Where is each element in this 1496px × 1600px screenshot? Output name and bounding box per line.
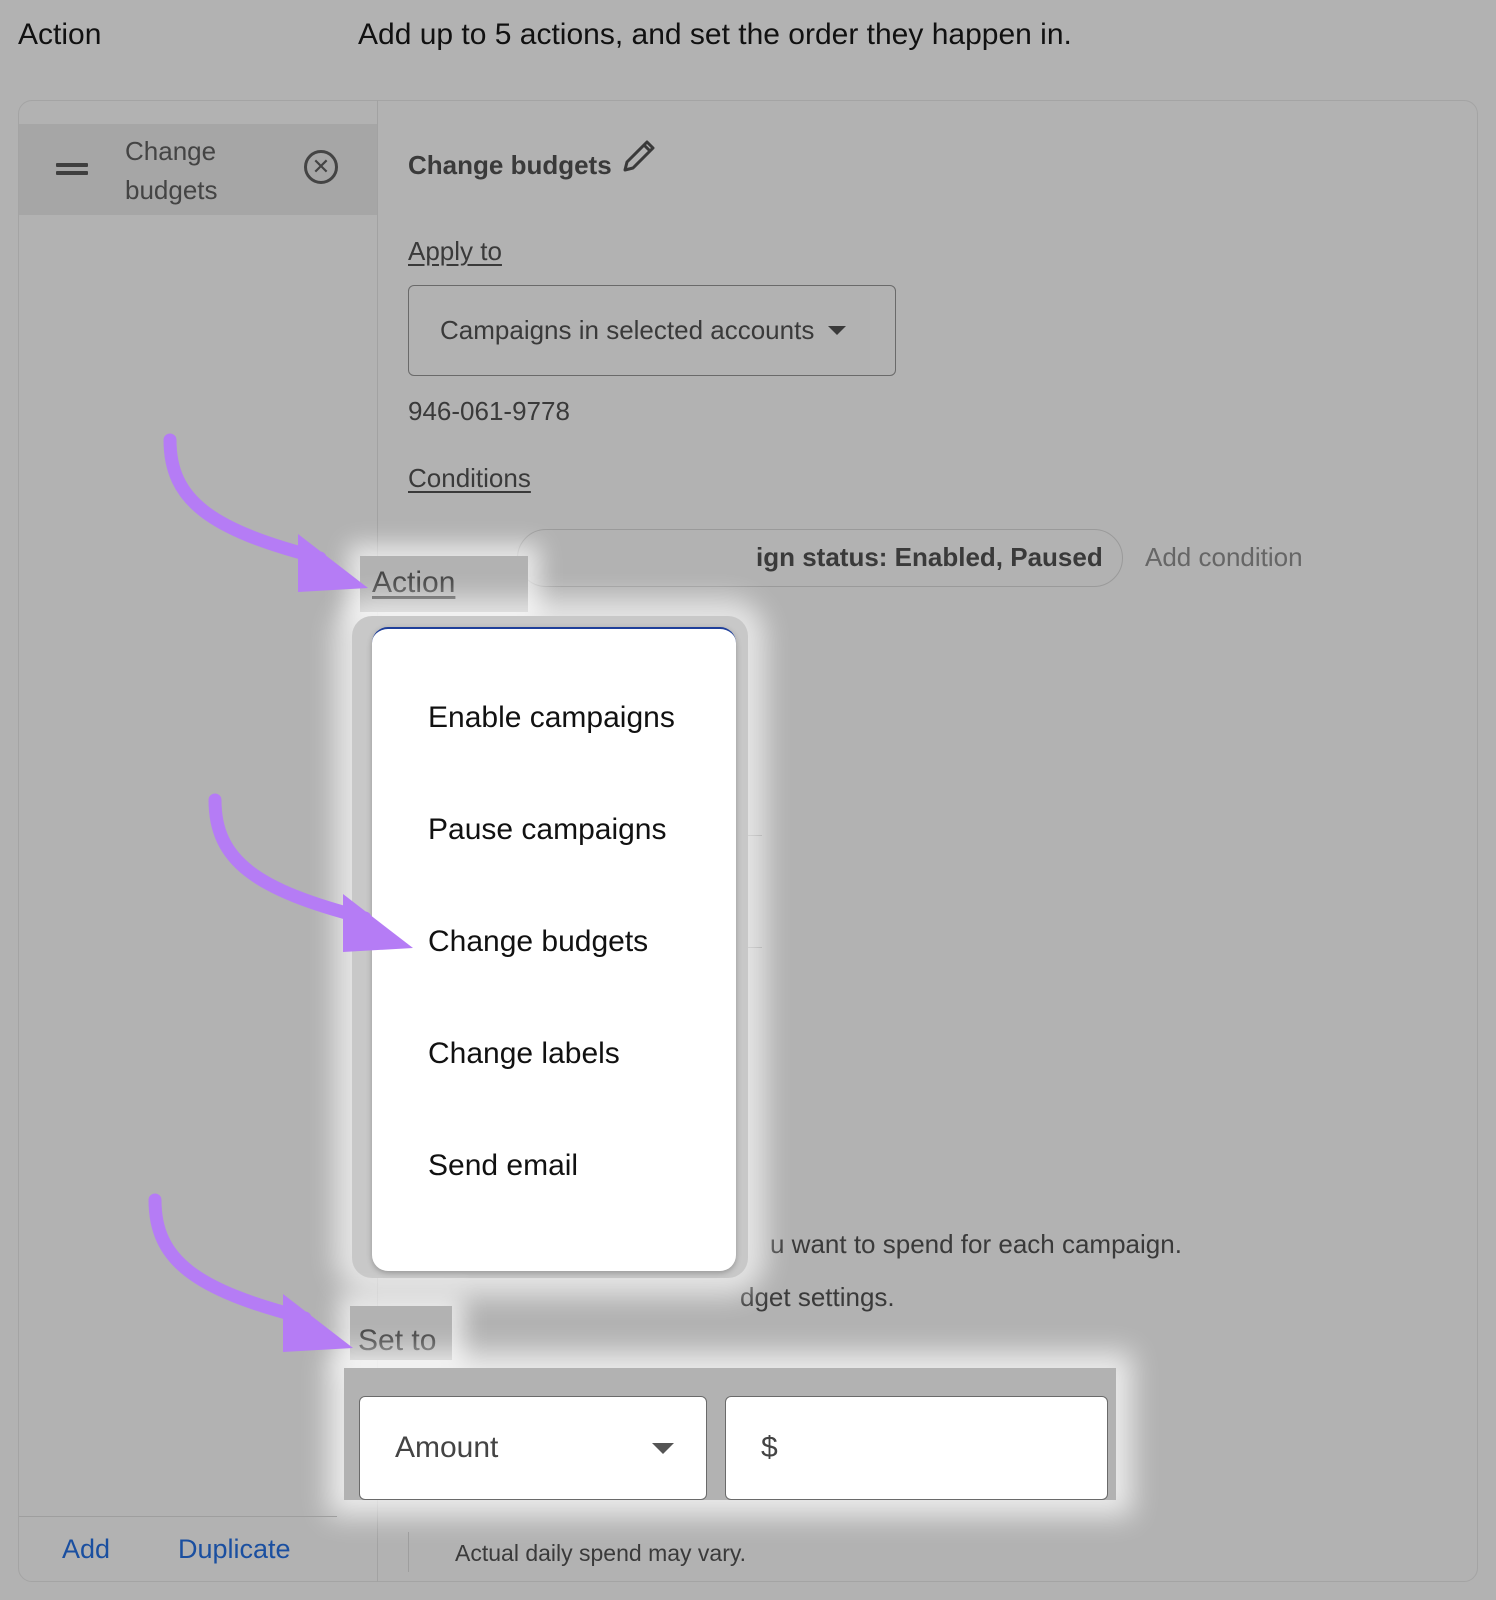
daily-spend-note: Actual daily spend may vary. xyxy=(455,1540,747,1566)
annotation-arrow-icon xyxy=(148,1193,353,1352)
budget-description-line1: u want to spend for each campaign. xyxy=(770,1229,1182,1259)
currency-prefix: $ xyxy=(761,1431,778,1464)
chevron-down-icon xyxy=(828,326,847,335)
section-description: Add up to 5 actions, and set the order t… xyxy=(358,18,1072,51)
set-to-type-value: Amount xyxy=(395,1431,499,1464)
add-condition-button[interactable]: Add condition xyxy=(1145,542,1303,573)
apply-to-select[interactable]: Campaigns in selected accounts xyxy=(408,285,896,376)
budget-description-line2: dget settings. xyxy=(740,1282,895,1312)
remove-circle-icon[interactable]: ✕ xyxy=(304,150,338,184)
add-action-button[interactable]: Add xyxy=(62,1534,110,1565)
menu-item-pause-campaigns[interactable]: Pause campaigns xyxy=(428,813,666,847)
menu-item-change-budgets[interactable]: Change budgets xyxy=(428,925,648,959)
menu-item-change-labels[interactable]: Change labels xyxy=(428,1037,620,1071)
action-label[interactable]: Action xyxy=(372,566,455,600)
action-dropdown-menu: Enable campaigns Pause campaigns Change … xyxy=(372,627,736,1271)
duplicate-action-button[interactable]: Duplicate xyxy=(178,1534,291,1565)
apply-to-label[interactable]: Apply to xyxy=(408,236,502,267)
chevron-down-icon xyxy=(652,1443,674,1454)
action-title: Change budgets xyxy=(408,150,612,180)
budget-amount-input[interactable]: $ xyxy=(725,1396,1108,1500)
account-id: 946-061-9778 xyxy=(408,396,570,426)
annotation-arrow-icon xyxy=(163,433,368,592)
drag-handle-icon[interactable] xyxy=(56,163,88,175)
annotation-arrow-icon xyxy=(208,793,413,952)
condition-chip-text: ign status: Enabled, Paused xyxy=(756,542,1103,572)
sidebar-footer-divider xyxy=(19,1516,337,1517)
menu-item-enable-campaigns[interactable]: Enable campaigns xyxy=(428,701,675,735)
section-heading: Action xyxy=(18,18,102,51)
menu-item-send-email[interactable]: Send email xyxy=(428,1149,578,1183)
footer-divider xyxy=(408,1532,409,1572)
set-to-label: Set to xyxy=(358,1324,437,1357)
sidebar-action-label: Change budgets xyxy=(125,136,218,205)
conditions-label[interactable]: Conditions xyxy=(408,463,531,494)
apply-to-value: Campaigns in selected accounts xyxy=(440,315,815,345)
set-to-type-select[interactable]: Amount xyxy=(359,1396,707,1500)
pencil-icon[interactable] xyxy=(617,136,657,176)
